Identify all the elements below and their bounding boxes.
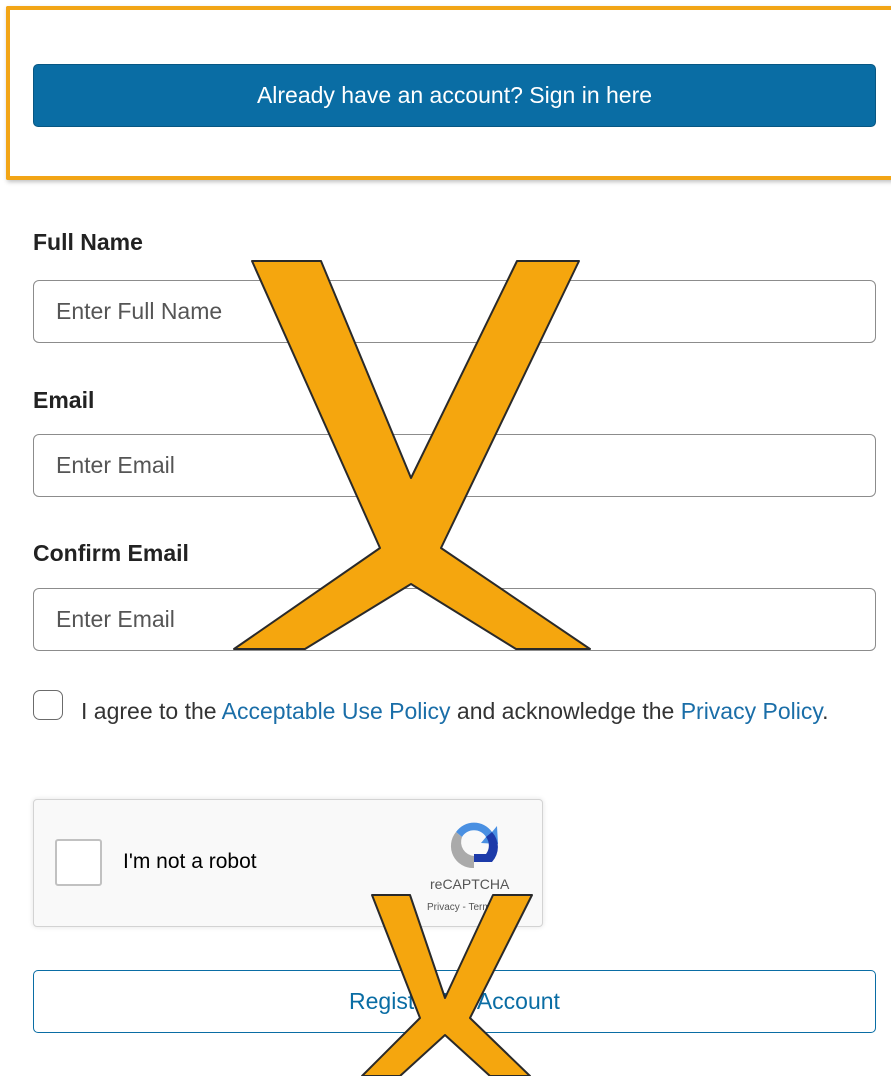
confirm-email-input[interactable] xyxy=(33,588,876,651)
recaptcha-privacy-terms-links[interactable]: Privacy - Terms xyxy=(427,902,496,913)
agreement-checkbox[interactable] xyxy=(33,690,63,720)
acceptable-use-policy-link[interactable]: Acceptable Use Policy xyxy=(222,698,451,724)
recaptcha-brand: reCAPTCHA xyxy=(430,876,510,892)
agreement-text: I agree to the Acceptable Use Policy and… xyxy=(81,695,871,727)
recaptcha-logo-icon xyxy=(450,822,498,869)
email-input[interactable] xyxy=(33,434,876,497)
recaptcha-checkbox[interactable] xyxy=(55,839,102,886)
recaptcha-widget: I'm not a robot reCAPTCHA Privacy - Term… xyxy=(33,799,543,927)
email-label: Email xyxy=(33,387,95,413)
recaptcha-label: I'm not a robot xyxy=(123,850,257,873)
agreement-text-middle: and acknowledge the xyxy=(450,698,681,724)
registration-page: Already have an account? Sign in here Fu… xyxy=(0,0,891,1076)
confirm-email-label: Confirm Email xyxy=(33,540,189,566)
register-button[interactable]: Register My Account xyxy=(33,970,876,1033)
agreement-text-after: . xyxy=(822,698,829,724)
full-name-input[interactable] xyxy=(33,280,876,343)
full-name-label: Full Name xyxy=(33,229,143,255)
privacy-policy-link[interactable]: Privacy Policy xyxy=(681,698,822,724)
agreement-text-before: I agree to the xyxy=(81,698,222,724)
sign-in-button[interactable]: Already have an account? Sign in here xyxy=(33,64,876,127)
